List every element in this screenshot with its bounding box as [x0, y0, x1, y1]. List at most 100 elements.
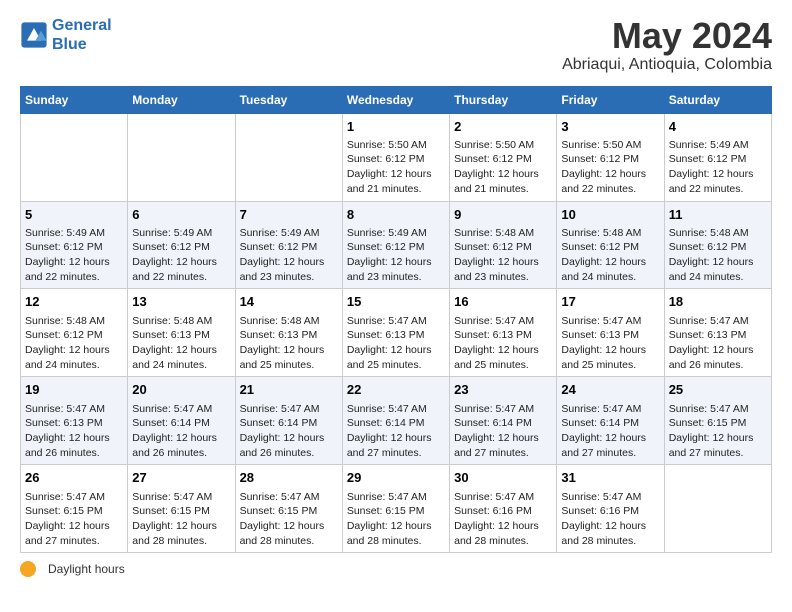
weekday-header: Wednesday	[342, 86, 449, 113]
calendar-week-row: 1 Sunrise: 5:50 AM Sunset: 6:12 PM Daylig…	[21, 113, 772, 201]
day-number: 4	[669, 118, 767, 136]
calendar-cell: 22 Sunrise: 5:47 AM Sunset: 6:14 PM Dayli…	[342, 377, 449, 465]
day-info: Sunrise: 5:50 AM Sunset: 6:12 PM Dayligh…	[347, 138, 445, 197]
day-number: 15	[347, 293, 445, 311]
day-info: Sunrise: 5:47 AM Sunset: 6:15 PM Dayligh…	[347, 490, 445, 549]
day-number: 28	[240, 469, 338, 487]
day-number: 11	[669, 206, 767, 224]
day-number: 14	[240, 293, 338, 311]
day-info: Sunrise: 5:47 AM Sunset: 6:16 PM Dayligh…	[454, 490, 552, 549]
calendar-week-row: 26 Sunrise: 5:47 AM Sunset: 6:15 PM Dayli…	[21, 465, 772, 553]
day-info: Sunrise: 5:49 AM Sunset: 6:12 PM Dayligh…	[25, 226, 123, 285]
day-number: 7	[240, 206, 338, 224]
page-header: General Blue May 2024 Abriaqui, Antioqui…	[20, 16, 772, 74]
day-number: 18	[669, 293, 767, 311]
day-info: Sunrise: 5:50 AM Sunset: 6:12 PM Dayligh…	[561, 138, 659, 197]
calendar-week-row: 19Sunrise: 5:47 AM Sunset: 6:13 PM Dayli…	[21, 377, 772, 465]
weekday-header: Sunday	[21, 86, 128, 113]
logo-text: General Blue	[52, 16, 112, 54]
day-number: 8	[347, 206, 445, 224]
day-number: 16	[454, 293, 552, 311]
weekday-header: Saturday	[664, 86, 771, 113]
day-info: Sunrise: 5:50 AM Sunset: 6:12 PM Dayligh…	[454, 138, 552, 197]
day-info: Sunrise: 5:48 AM Sunset: 6:12 PM Dayligh…	[669, 226, 767, 285]
day-info: Sunrise: 5:47 AM Sunset: 6:15 PM Dayligh…	[669, 402, 767, 461]
day-number: 5	[25, 206, 123, 224]
day-info: Sunrise: 5:48 AM Sunset: 6:12 PM Dayligh…	[454, 226, 552, 285]
calendar-cell: 6 Sunrise: 5:49 AM Sunset: 6:12 PM Daylig…	[128, 201, 235, 289]
day-number: 12	[25, 293, 123, 311]
calendar-week-row: 5 Sunrise: 5:49 AM Sunset: 6:12 PM Daylig…	[21, 201, 772, 289]
page-title: May 2024	[562, 16, 772, 56]
calendar-cell	[664, 465, 771, 553]
calendar-cell: 26Sunrise: 5:47 AM Sunset: 6:15 PM Dayli…	[21, 465, 128, 553]
day-info: Sunrise: 5:47 AM Sunset: 6:13 PM Dayligh…	[561, 314, 659, 373]
day-number: 25	[669, 381, 767, 399]
calendar-cell: 1 Sunrise: 5:50 AM Sunset: 6:12 PM Daylig…	[342, 113, 449, 201]
calendar-cell: 4 Sunrise: 5:49 AM Sunset: 6:12 PM Daylig…	[664, 113, 771, 201]
day-info: Sunrise: 5:47 AM Sunset: 6:13 PM Dayligh…	[347, 314, 445, 373]
calendar-week-row: 12Sunrise: 5:48 AM Sunset: 6:12 PM Dayli…	[21, 289, 772, 377]
day-info: Sunrise: 5:47 AM Sunset: 6:14 PM Dayligh…	[561, 402, 659, 461]
title-block: May 2024 Abriaqui, Antioquia, Colombia	[562, 16, 772, 74]
page-subtitle: Abriaqui, Antioquia, Colombia	[562, 56, 772, 74]
calendar-cell: 14Sunrise: 5:48 AM Sunset: 6:13 PM Dayli…	[235, 289, 342, 377]
calendar-cell: 13Sunrise: 5:48 AM Sunset: 6:13 PM Dayli…	[128, 289, 235, 377]
calendar-table: SundayMondayTuesdayWednesdayThursdayFrid…	[20, 86, 772, 554]
weekday-header: Friday	[557, 86, 664, 113]
day-info: Sunrise: 5:47 AM Sunset: 6:14 PM Dayligh…	[132, 402, 230, 461]
calendar-cell: 20 Sunrise: 5:47 AM Sunset: 6:14 PM Dayli…	[128, 377, 235, 465]
weekday-header: Tuesday	[235, 86, 342, 113]
day-info: Sunrise: 5:47 AM Sunset: 6:15 PM Dayligh…	[132, 490, 230, 549]
calendar-cell	[235, 113, 342, 201]
calendar-cell	[128, 113, 235, 201]
calendar-cell: 31Sunrise: 5:47 AM Sunset: 6:16 PM Dayli…	[557, 465, 664, 553]
day-info: Sunrise: 5:49 AM Sunset: 6:12 PM Dayligh…	[669, 138, 767, 197]
calendar-cell: 29Sunrise: 5:47 AM Sunset: 6:15 PM Dayli…	[342, 465, 449, 553]
day-number: 17	[561, 293, 659, 311]
day-info: Sunrise: 5:49 AM Sunset: 6:12 PM Dayligh…	[132, 226, 230, 285]
logo: General Blue	[20, 16, 112, 54]
day-info: Sunrise: 5:47 AM Sunset: 6:13 PM Dayligh…	[454, 314, 552, 373]
day-number: 23	[454, 381, 552, 399]
day-info: Sunrise: 5:47 AM Sunset: 6:14 PM Dayligh…	[454, 402, 552, 461]
calendar-cell: 25 Sunrise: 5:47 AM Sunset: 6:15 PM Dayli…	[664, 377, 771, 465]
calendar-cell: 24 Sunrise: 5:47 AM Sunset: 6:14 PM Dayli…	[557, 377, 664, 465]
footer-label: Daylight hours	[48, 562, 125, 576]
day-info: Sunrise: 5:47 AM Sunset: 6:14 PM Dayligh…	[347, 402, 445, 461]
day-info: Sunrise: 5:48 AM Sunset: 6:12 PM Dayligh…	[561, 226, 659, 285]
day-number: 24	[561, 381, 659, 399]
calendar-cell: 7 Sunrise: 5:49 AM Sunset: 6:12 PM Daylig…	[235, 201, 342, 289]
day-number: 10	[561, 206, 659, 224]
calendar-cell	[21, 113, 128, 201]
sun-icon	[20, 561, 36, 577]
day-number: 21	[240, 381, 338, 399]
day-number: 6	[132, 206, 230, 224]
day-number: 13	[132, 293, 230, 311]
day-info: Sunrise: 5:49 AM Sunset: 6:12 PM Dayligh…	[347, 226, 445, 285]
weekday-header: Thursday	[450, 86, 557, 113]
calendar-cell: 9 Sunrise: 5:48 AM Sunset: 6:12 PM Daylig…	[450, 201, 557, 289]
day-number: 1	[347, 118, 445, 136]
calendar-cell: 17 Sunrise: 5:47 AM Sunset: 6:13 PM Dayli…	[557, 289, 664, 377]
day-number: 2	[454, 118, 552, 136]
calendar-cell: 27Sunrise: 5:47 AM Sunset: 6:15 PM Dayli…	[128, 465, 235, 553]
day-number: 26	[25, 469, 123, 487]
calendar-cell: 18 Sunrise: 5:47 AM Sunset: 6:13 PM Dayli…	[664, 289, 771, 377]
day-info: Sunrise: 5:47 AM Sunset: 6:13 PM Dayligh…	[669, 314, 767, 373]
day-number: 30	[454, 469, 552, 487]
day-number: 20	[132, 381, 230, 399]
day-info: Sunrise: 5:47 AM Sunset: 6:15 PM Dayligh…	[240, 490, 338, 549]
calendar-cell: 28 Sunrise: 5:47 AM Sunset: 6:15 PM Dayli…	[235, 465, 342, 553]
weekday-header: Monday	[128, 86, 235, 113]
day-number: 9	[454, 206, 552, 224]
day-info: Sunrise: 5:47 AM Sunset: 6:14 PM Dayligh…	[240, 402, 338, 461]
day-info: Sunrise: 5:47 AM Sunset: 6:13 PM Dayligh…	[25, 402, 123, 461]
day-info: Sunrise: 5:47 AM Sunset: 6:16 PM Dayligh…	[561, 490, 659, 549]
day-info: Sunrise: 5:49 AM Sunset: 6:12 PM Dayligh…	[240, 226, 338, 285]
day-number: 22	[347, 381, 445, 399]
calendar-cell: 3Sunrise: 5:50 AM Sunset: 6:12 PM Daylig…	[557, 113, 664, 201]
calendar-cell: 12Sunrise: 5:48 AM Sunset: 6:12 PM Dayli…	[21, 289, 128, 377]
calendar-header-row: SundayMondayTuesdayWednesdayThursdayFrid…	[21, 86, 772, 113]
calendar-cell: 8 Sunrise: 5:49 AM Sunset: 6:12 PM Daylig…	[342, 201, 449, 289]
